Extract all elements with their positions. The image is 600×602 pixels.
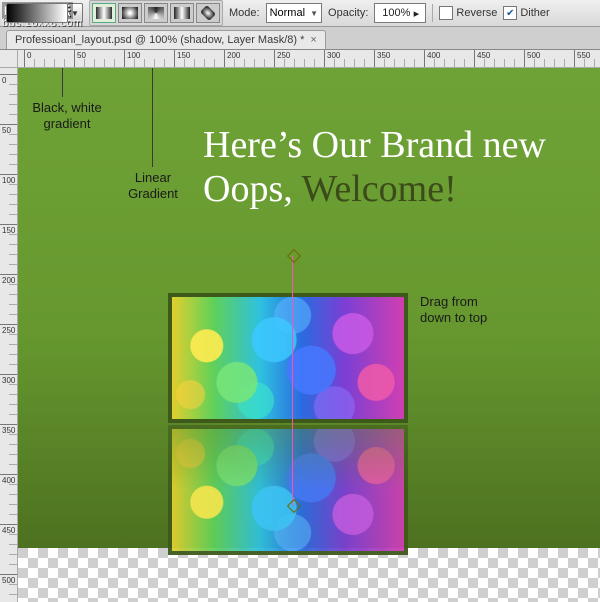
separator — [432, 4, 433, 22]
ruler-origin[interactable] — [0, 50, 18, 68]
headline-line1: Here’s Our Brand new — [203, 124, 546, 168]
canvas[interactable]: Here’s Our Brand new Oops, Welcome! Blac… — [18, 68, 600, 602]
gradient-drag-indicator — [292, 256, 293, 506]
opacity-value: 100% — [382, 7, 410, 19]
gradient-diamond-icon — [200, 5, 216, 21]
gradient-radial-icon — [122, 7, 138, 19]
mode-label: Mode: — [229, 7, 260, 19]
reverse-checkbox-label: Reverse — [456, 7, 497, 19]
mode-select[interactable]: Normal — [266, 3, 322, 23]
opacity-flyout-icon[interactable]: ▸ — [410, 7, 422, 20]
gradient-linear-icon — [96, 7, 112, 19]
options-bar: ▼ Mode: Normal Opacity: 100% ▸ Reverse ✔… — [0, 0, 600, 27]
headline-line2a: Oops, — [203, 168, 302, 210]
opacity-input[interactable]: 100% ▸ — [374, 3, 426, 23]
gradient-diamond-button[interactable] — [196, 3, 220, 23]
annotation-drag-direction: Drag from down to top — [420, 294, 520, 325]
headline-text: Here’s Our Brand new Oops, Welcome! — [203, 124, 546, 211]
gradient-reflected-icon — [174, 7, 190, 19]
gradient-swatch[interactable] — [6, 3, 68, 23]
opacity-label: Opacity: — [328, 7, 368, 19]
gradient-reflected-button[interactable] — [170, 3, 194, 23]
mode-select-value: Normal — [270, 7, 305, 19]
reverse-checkbox[interactable]: Reverse — [439, 6, 497, 20]
ruler-vertical[interactable] — [0, 68, 18, 602]
bokeh-group — [168, 293, 408, 555]
dither-checkbox[interactable]: ✔ Dither — [503, 6, 549, 20]
bokeh-tile-top — [168, 293, 408, 423]
annotation-linear-gradient: Linear Gradient — [118, 170, 188, 201]
bokeh-tile-bottom — [168, 425, 408, 555]
workspace: Here’s Our Brand new Oops, Welcome! Blac… — [0, 50, 600, 602]
headline-line2b: Welcome! — [302, 168, 457, 210]
document-tab-title: Professioanl_layout.psd @ 100% (shadow, … — [15, 34, 304, 46]
close-icon[interactable]: × — [310, 34, 316, 46]
gradient-linear-button[interactable] — [92, 3, 116, 23]
document-tab[interactable]: Professioanl_layout.psd @ 100% (shadow, … — [6, 30, 326, 49]
reverse-checkbox-box — [439, 6, 453, 20]
gradient-angle-button[interactable] — [144, 3, 168, 23]
gradient-angle-icon — [148, 7, 164, 19]
ruler-horizontal[interactable] — [18, 50, 600, 68]
dither-checkbox-box: ✔ — [503, 6, 517, 20]
annotation-black-white-gradient: Black, white gradient — [22, 100, 112, 131]
document-tab-bar: Professioanl_layout.psd @ 100% (shadow, … — [0, 27, 600, 50]
gradient-radial-button[interactable] — [118, 3, 142, 23]
dither-checkbox-label: Dither — [520, 7, 549, 19]
gradient-type-group — [89, 0, 223, 26]
